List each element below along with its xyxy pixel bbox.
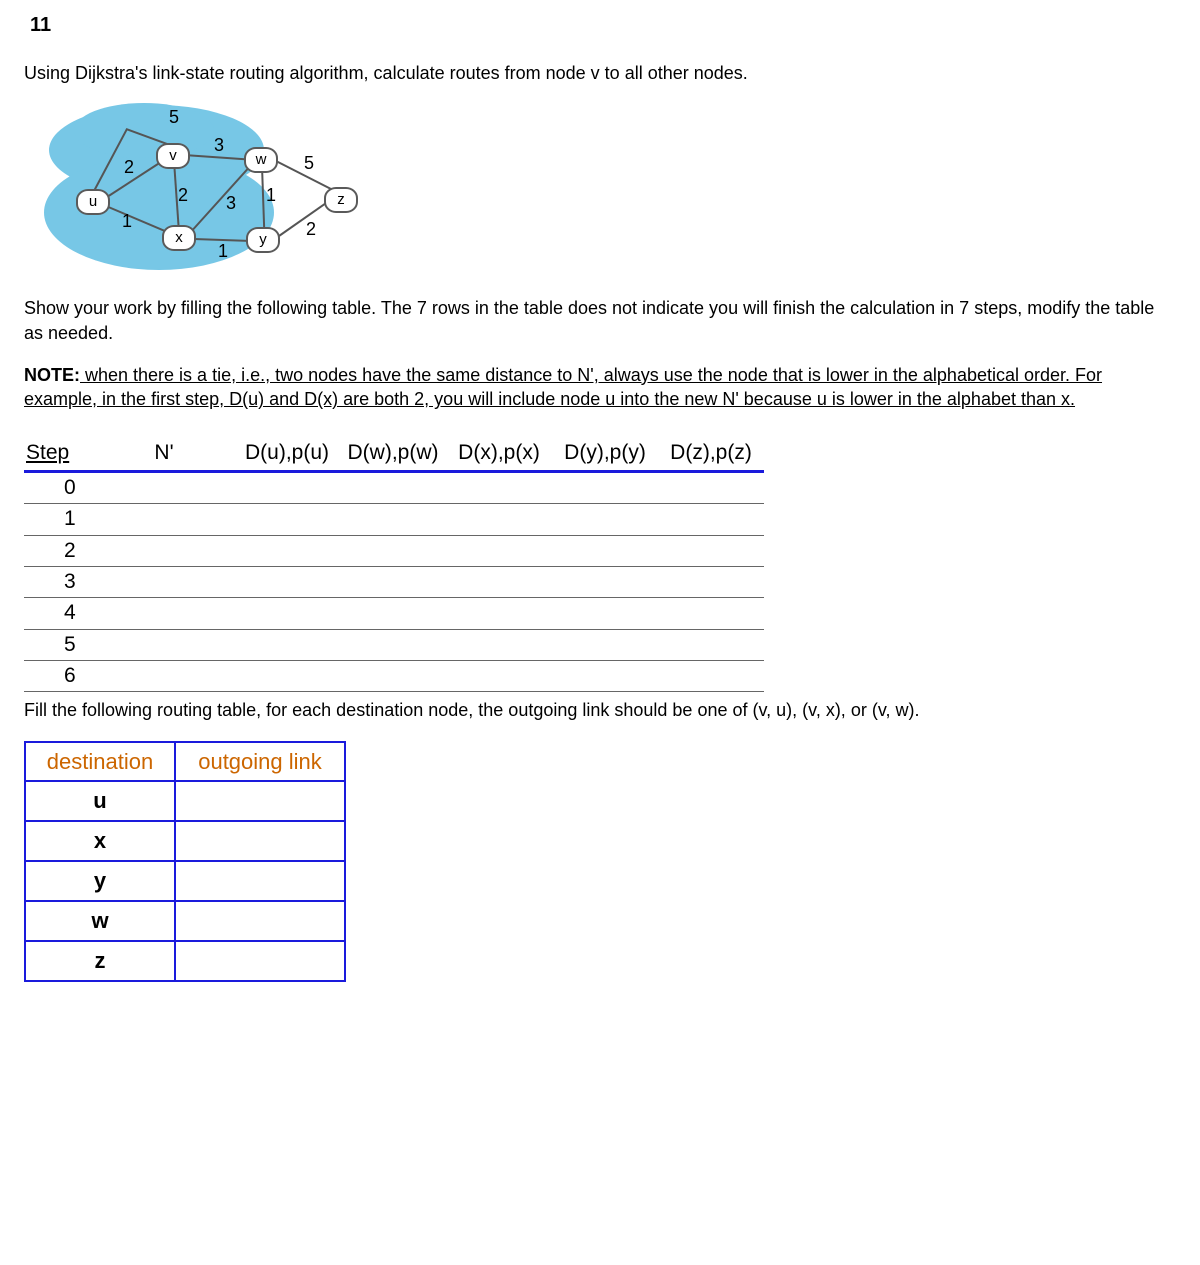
instructions-routing-table: Fill the following routing table, for ea… bbox=[24, 698, 1176, 722]
graph-node-z: z bbox=[324, 187, 358, 213]
instructions-show-work: Show your work by filling the following … bbox=[24, 296, 1176, 345]
graph-node-y: y bbox=[246, 227, 280, 253]
steps-row: 4 bbox=[24, 598, 764, 629]
edge-weight: 2 bbox=[178, 183, 188, 207]
edge-weight: 3 bbox=[226, 191, 236, 215]
routing-row: u bbox=[25, 781, 345, 821]
steps-row: 6 bbox=[24, 660, 764, 691]
routing-header-destination: destination bbox=[25, 742, 175, 782]
steps-row: 5 bbox=[24, 629, 764, 660]
steps-body: 0 1 2 3 4 5 6 bbox=[24, 471, 764, 691]
edge-weight: 5 bbox=[304, 151, 314, 175]
steps-row: 2 bbox=[24, 535, 764, 566]
routing-row: x bbox=[25, 821, 345, 861]
steps-header-step: Step bbox=[24, 437, 94, 471]
routing-row: y bbox=[25, 861, 345, 901]
edge-weight: 2 bbox=[306, 217, 316, 241]
steps-header-dz: D(z),p(z) bbox=[658, 437, 764, 471]
edge-weight: 1 bbox=[218, 239, 228, 263]
steps-header-du: D(u),p(u) bbox=[234, 437, 340, 471]
steps-header-dx: D(x),p(x) bbox=[446, 437, 552, 471]
edge-weight: 3 bbox=[214, 133, 224, 157]
edge-weight: 5 bbox=[169, 105, 179, 129]
steps-header-nprime: N' bbox=[94, 437, 234, 471]
steps-row: 0 bbox=[24, 471, 764, 503]
edge-weight: 1 bbox=[266, 183, 276, 207]
steps-header-dw: D(w),p(w) bbox=[340, 437, 446, 471]
dijkstra-steps-table: Step N' D(u),p(u) D(w),p(w) D(x),p(x) D(… bbox=[24, 437, 764, 692]
note-label: NOTE: bbox=[24, 365, 80, 385]
steps-row: 1 bbox=[24, 504, 764, 535]
routing-row: w bbox=[25, 901, 345, 941]
graph-node-w: w bbox=[244, 147, 278, 173]
tie-break-note: NOTE: when there is a tie, i.e., two nod… bbox=[24, 363, 1176, 412]
routing-row: z bbox=[25, 941, 345, 981]
page: 11 Using Dijkstra's link-state routing a… bbox=[0, 0, 1200, 1265]
question-prompt: Using Dijkstra's link-state routing algo… bbox=[24, 61, 1176, 85]
routing-table: destination outgoing link u x y w z bbox=[24, 741, 346, 983]
routing-header-outgoing: outgoing link bbox=[175, 742, 345, 782]
edge-weight: 1 bbox=[122, 209, 132, 233]
graph-node-v: v bbox=[156, 143, 190, 169]
steps-header-dy: D(y),p(y) bbox=[552, 437, 658, 471]
graph-node-u: u bbox=[76, 189, 110, 215]
edge-weight: 2 bbox=[124, 155, 134, 179]
question-number: 11 bbox=[30, 12, 1176, 39]
network-graph-figure: u v w x y z 5 2 3 5 2 3 1 1 1 2 bbox=[34, 105, 364, 270]
note-text: when there is a tie, i.e., two nodes hav… bbox=[24, 365, 1102, 409]
steps-row: 3 bbox=[24, 566, 764, 597]
graph-node-x: x bbox=[162, 225, 196, 251]
